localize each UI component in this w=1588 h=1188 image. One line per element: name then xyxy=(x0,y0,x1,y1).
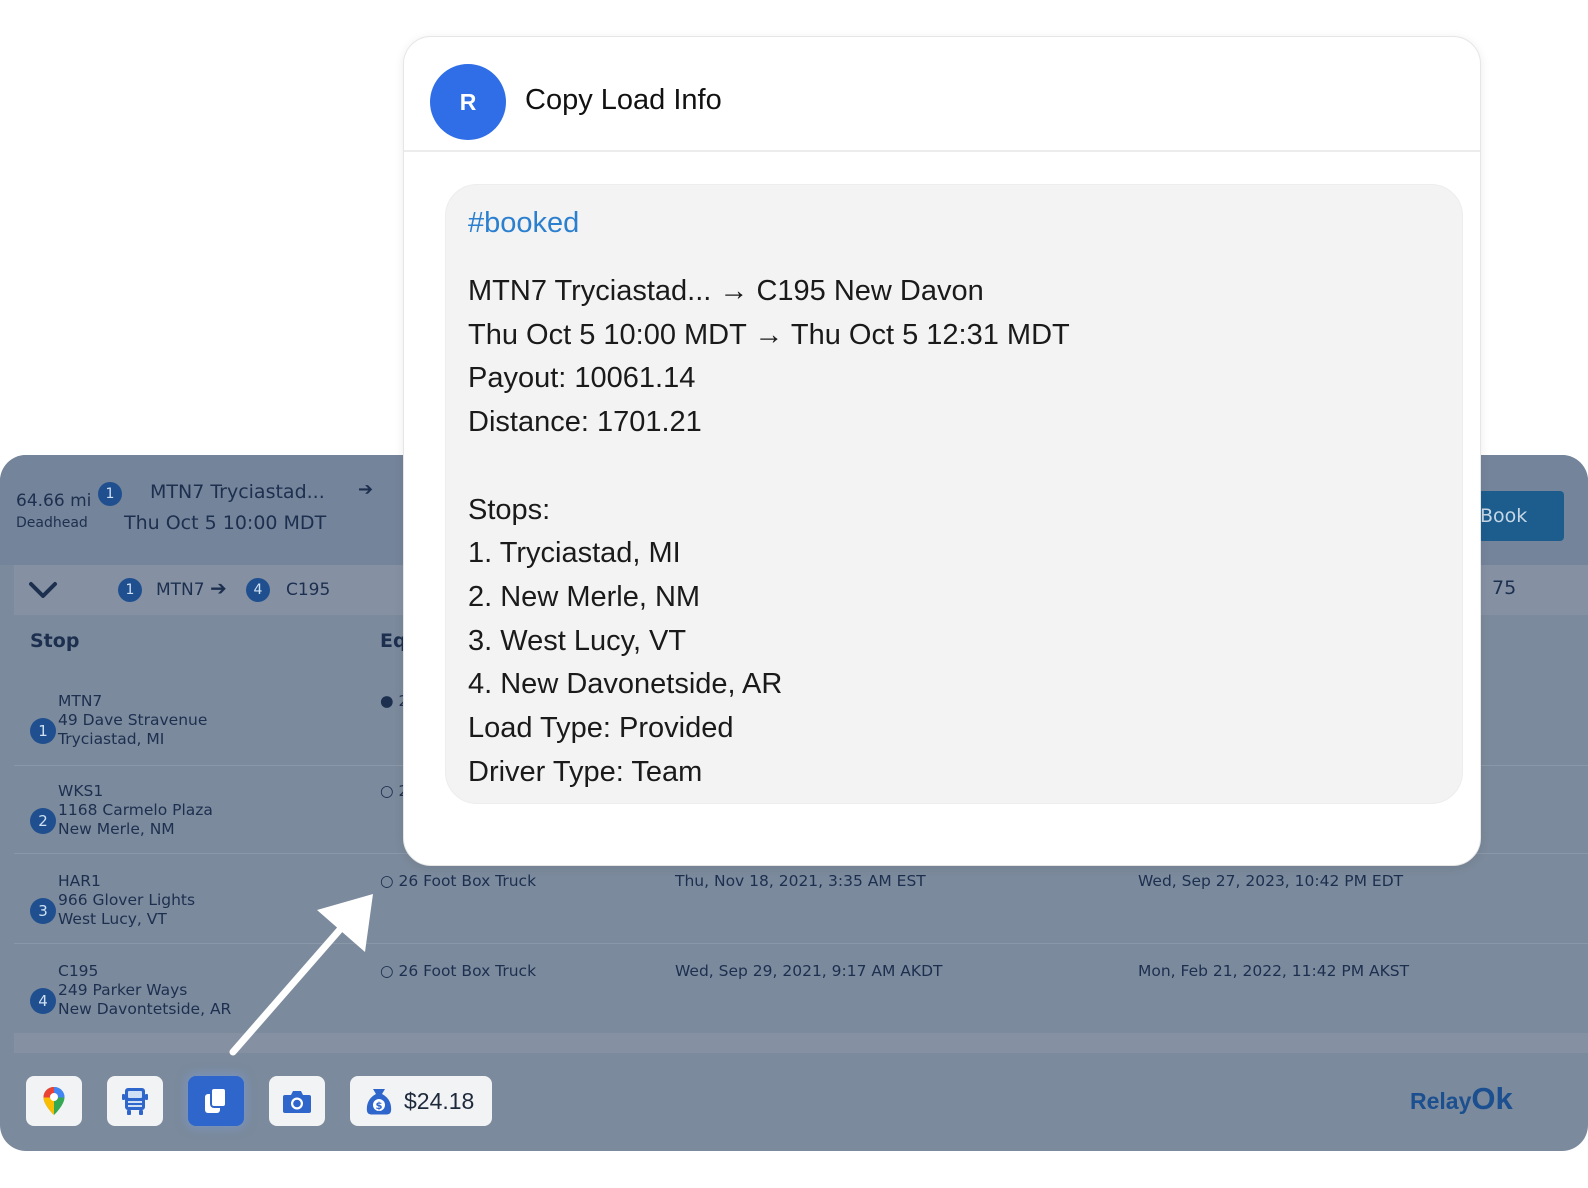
stop-street: 49 Dave Stravenue xyxy=(58,711,208,729)
stop-code: WKS1 xyxy=(58,782,104,800)
stop-street: 249 Parker Ways xyxy=(58,981,188,999)
map-button[interactable] xyxy=(26,1076,82,1126)
hashtag-link[interactable]: #booked xyxy=(468,207,1440,240)
stop-code: MTN7 xyxy=(58,692,103,710)
dropoff-time-cell: Mon, Feb 21, 2022, 11:42 PM AKST xyxy=(1138,962,1410,980)
deadhead-label: Deadhead xyxy=(16,515,88,531)
route-bar-value: 75 xyxy=(1492,577,1517,599)
origin-time: Thu Oct 5 10:00 MDT xyxy=(124,512,327,534)
dropoff-time-cell: Wed, Sep 27, 2023, 10:42 PM EDT xyxy=(1138,872,1404,890)
stop-number-badge: 1 xyxy=(98,482,122,506)
column-header-stop: Stop xyxy=(30,630,80,652)
pointer-arrow-icon xyxy=(229,894,373,1056)
dialog-title: Copy Load Info xyxy=(525,84,722,116)
truck-icon xyxy=(122,1088,148,1115)
stop-address: C195 249 Parker Ways New Davontetside, A… xyxy=(58,962,231,1019)
action-toolbar: $ $24.18 RelayOk xyxy=(0,1055,1588,1151)
stop-address: HAR1 966 Glover Lights West Lucy, VT xyxy=(58,872,195,929)
stop-city: Tryciastad, MI xyxy=(58,730,165,748)
route-from-badge: 1 xyxy=(118,578,142,602)
avatar: R xyxy=(430,64,506,140)
equipment-cell: ○ 26 Foot Box Truck xyxy=(380,872,537,890)
stops-heading: Stops: xyxy=(468,493,551,526)
payout-amount: $24.18 xyxy=(404,1087,475,1114)
time-line: Thu Oct 5 10:00 MDT → Thu Oct 5 12:31 MD… xyxy=(468,318,1070,351)
route-arrow-icon: ➔ xyxy=(210,576,227,600)
stop-line: 1. Tryciastad, MI xyxy=(468,537,681,570)
stop-number-badge: 2 xyxy=(30,808,56,834)
stop-city: New Davontetside, AR xyxy=(58,1000,232,1018)
load-info-lines: MTN7 Tryciastad... → C195 New Davon Thu … xyxy=(468,270,1440,794)
payout-button[interactable]: $ $24.18 xyxy=(350,1076,492,1126)
stop-number-badge: 3 xyxy=(30,898,56,924)
stop-address: WKS1 1168 Carmelo Plaza New Merle, NM xyxy=(58,782,213,839)
dialog-header: R Copy Load Info xyxy=(404,37,1480,152)
origin-name: MTN7 Tryciastad... xyxy=(150,481,325,503)
origin-summary: MTN7 Tryciastad... Thu Oct 5 10:00 MDT xyxy=(124,477,326,539)
svg-text:$: $ xyxy=(376,1101,383,1112)
camera-icon xyxy=(283,1091,311,1113)
copy-load-info-dialog: R Copy Load Info #booked MTN7 Tryciastad… xyxy=(403,36,1481,866)
payout-line: Payout: 10061.14 xyxy=(468,362,696,395)
money-bag-icon: $ xyxy=(366,1089,392,1115)
brand-logo: RelayOk xyxy=(1410,1081,1513,1117)
truck-button[interactable] xyxy=(107,1076,163,1126)
stop-street: 1168 Carmelo Plaza xyxy=(58,801,213,819)
chevron-down-icon[interactable] xyxy=(28,575,58,605)
stop-code: HAR1 xyxy=(58,872,101,890)
route-to-code: C195 xyxy=(286,580,331,600)
stop-line: 2. New Merle, NM xyxy=(468,580,701,613)
stop-line: 4. New Davonetside, AR xyxy=(468,668,783,701)
load-type-line: Load Type: Provided xyxy=(468,712,734,745)
equipment-cell: ○ 26 Foot Box Truck xyxy=(380,962,537,980)
copy-load-info-button[interactable] xyxy=(188,1076,244,1126)
camera-button[interactable] xyxy=(269,1076,325,1126)
pickup-time-cell: Wed, Sep 29, 2021, 9:17 AM AKDT xyxy=(675,962,943,980)
route-from-code: MTN7 xyxy=(156,580,205,600)
stop-line: 3. West Lucy, VT xyxy=(468,624,687,657)
map-pin-icon xyxy=(43,1087,65,1115)
stop-number-badge: 1 xyxy=(30,718,56,744)
brand-suffix: Ok xyxy=(1471,1081,1513,1116)
stop-street: 966 Glover Lights xyxy=(58,891,196,909)
driver-type-line: Driver Type: Team xyxy=(468,755,703,788)
deadhead: 64.66 mi Deadhead xyxy=(16,491,91,531)
stop-city: New Merle, NM xyxy=(58,820,175,838)
route-to-badge: 4 xyxy=(246,578,270,602)
distance-line: Distance: 1701.21 xyxy=(468,406,702,439)
pickup-time-cell: Thu, Nov 18, 2021, 3:35 AM EST xyxy=(675,872,926,890)
deadhead-value: 64.66 mi xyxy=(16,491,92,511)
stop-code: C195 xyxy=(58,962,99,980)
brand-name: Relay xyxy=(1410,1088,1472,1114)
route-arrow-icon: ➔ xyxy=(358,479,374,500)
stop-number-badge: 4 xyxy=(30,988,56,1014)
stop-city: West Lucy, VT xyxy=(58,910,167,928)
stop-address: MTN7 49 Dave Stravenue Tryciastad, MI xyxy=(58,692,207,749)
load-info-message[interactable]: #booked MTN7 Tryciastad... → C195 New Da… xyxy=(445,184,1463,804)
route-line: MTN7 Tryciastad... → C195 New Davon xyxy=(468,275,984,307)
copy-icon xyxy=(205,1087,227,1113)
